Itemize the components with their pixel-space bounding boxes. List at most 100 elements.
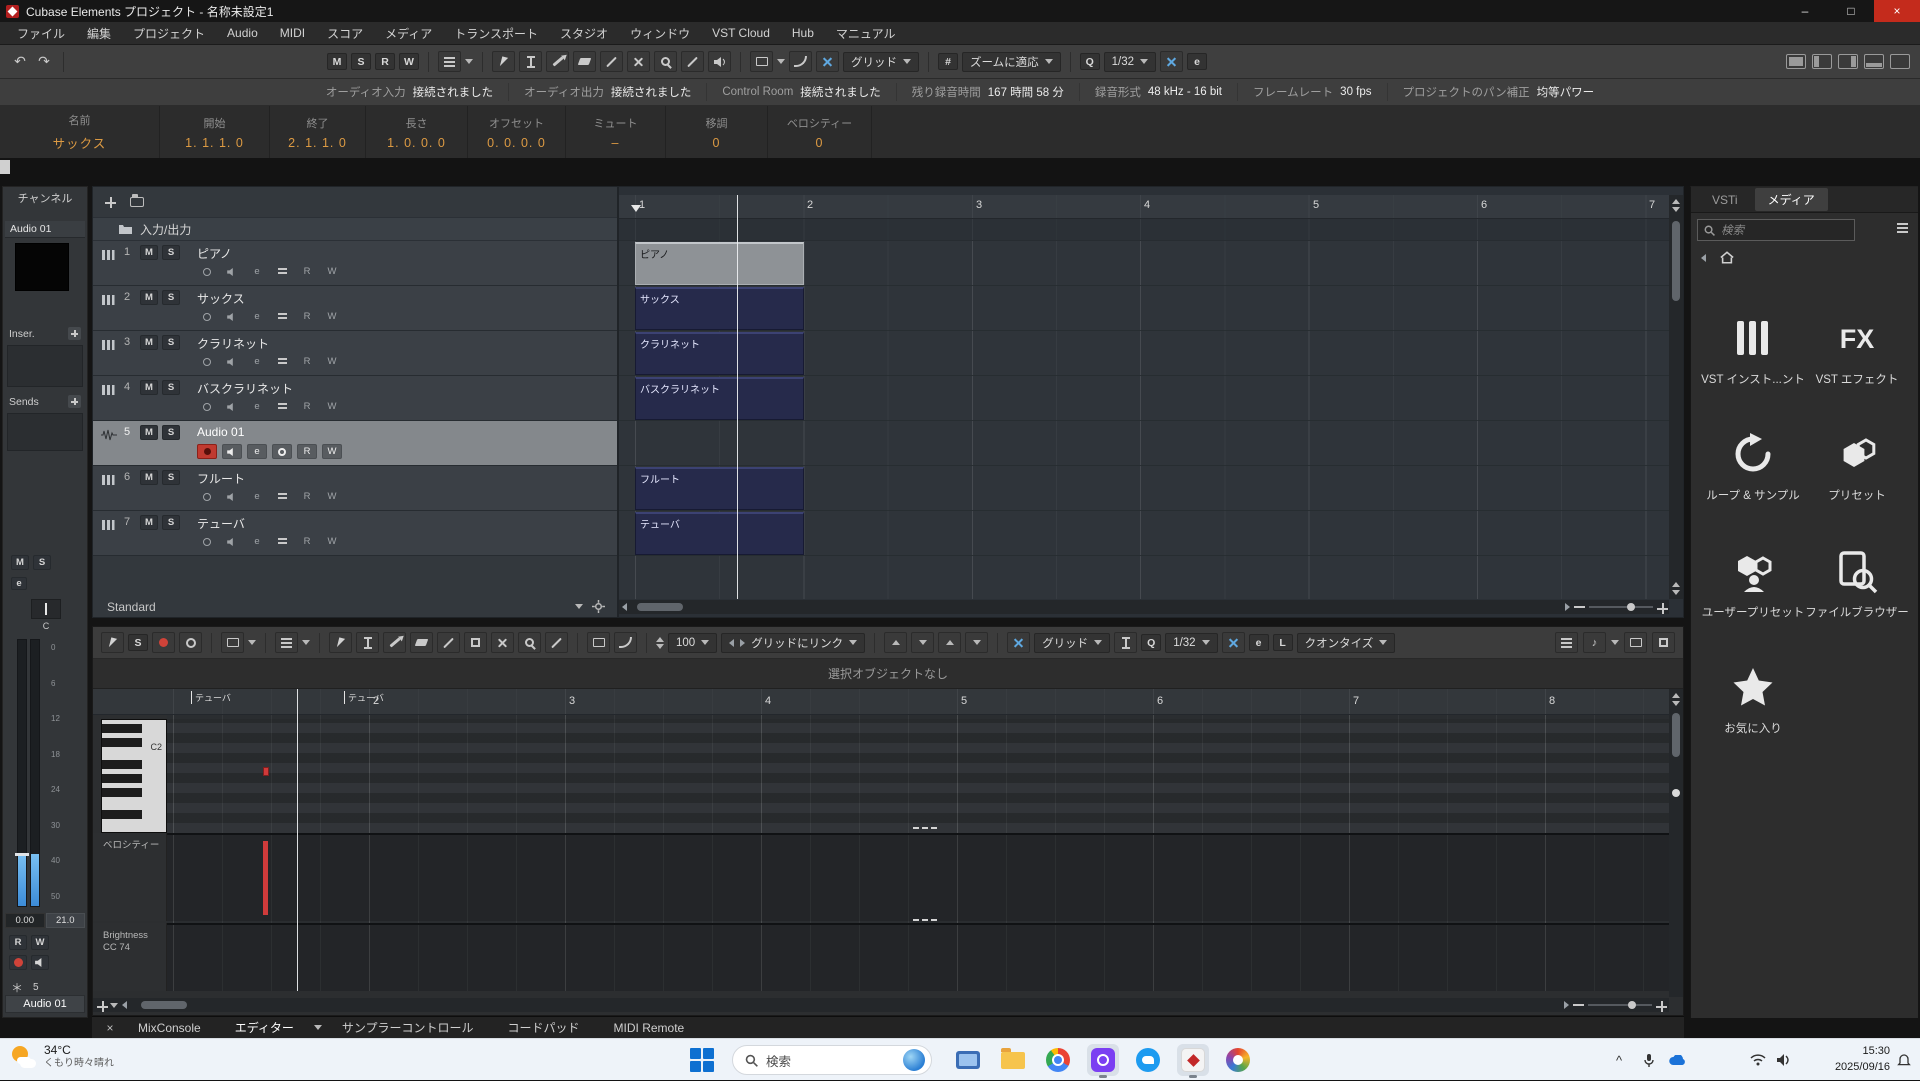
visibility-dropdown[interactable]	[275, 632, 298, 653]
track-row-bass-clarinet[interactable]: 4 MS バスクラリネット e R W	[93, 376, 617, 421]
move-top-button[interactable]	[938, 632, 961, 653]
write-button[interactable]: W	[322, 399, 342, 414]
write-button[interactable]: W	[322, 534, 342, 549]
lane-audio01[interactable]	[619, 421, 1669, 466]
midi-clip-tuba[interactable]: テューバ	[635, 512, 804, 555]
freeze-icon[interactable]: ＊	[11, 979, 23, 996]
curve-button[interactable]	[614, 632, 637, 653]
status-audio-input[interactable]: オーディオ入力接続されました	[311, 83, 508, 101]
menu-edit[interactable]: 編集	[76, 25, 122, 42]
monitor-button[interactable]	[222, 489, 242, 504]
media-search-input[interactable]: 検索	[1697, 219, 1855, 241]
channel-mute-button[interactable]: M	[11, 555, 29, 570]
channel-monitor-button[interactable]	[31, 955, 49, 970]
track-mute-button[interactable]: M	[140, 335, 158, 350]
scroll-down-icon[interactable]	[1672, 701, 1680, 706]
camera-app-icon[interactable]	[1087, 1044, 1119, 1076]
messaging-app-icon[interactable]	[1132, 1044, 1164, 1076]
event-display[interactable]: 1 2 3 4 5 6 7 ピアノ サックス クラリネット バスクラリネット フ…	[618, 186, 1684, 618]
piano-keyboard[interactable]: C2	[101, 719, 167, 833]
add-lane-icon[interactable]	[97, 1001, 106, 1010]
editor-cursor[interactable]	[297, 689, 298, 991]
read-button[interactable]: R	[297, 444, 317, 459]
info-name[interactable]: 名前サックス	[0, 106, 160, 158]
track-preset-dropdown[interactable]	[438, 51, 461, 72]
zoom-slider[interactable]	[1588, 1004, 1652, 1006]
zoom-mode-dropdown[interactable]: ズームに適応	[962, 52, 1061, 72]
record-enable-button[interactable]	[197, 534, 217, 549]
project-cursor[interactable]	[737, 195, 738, 599]
iterative-quantize-toggle[interactable]	[1160, 51, 1183, 72]
mic-tray-icon[interactable]	[1638, 1039, 1660, 1081]
window-layout-button-5[interactable]	[1890, 54, 1910, 69]
track-solo-button[interactable]: S	[162, 245, 180, 260]
mute-tool[interactable]	[491, 632, 514, 653]
scroll-up-icon[interactable]	[1672, 693, 1680, 698]
track-name[interactable]: バスクラリネット	[197, 380, 293, 397]
home-icon[interactable]	[1720, 251, 1734, 264]
quantize-q-badge[interactable]: Q	[1080, 53, 1100, 70]
midi-clip-sax[interactable]: サックス	[635, 287, 804, 330]
erase-tool[interactable]	[410, 632, 433, 653]
track-preset-icon[interactable]	[130, 197, 144, 207]
track-row-audio01-selected[interactable]: 5 MS Audio 01 e R W	[93, 421, 617, 466]
editor-vertical-scrollbar[interactable]	[1669, 689, 1683, 997]
move-down-button[interactable]	[911, 632, 934, 653]
edit-channel-button[interactable]: e	[247, 309, 267, 324]
insert-velocity-value[interactable]: 100	[668, 633, 717, 653]
chevron-down-icon[interactable]	[302, 640, 310, 645]
automation-curve-button[interactable]	[789, 51, 812, 72]
record-in-editor-button[interactable]	[152, 632, 175, 653]
monitor-button[interactable]	[222, 534, 242, 549]
browser-icon[interactable]	[1222, 1044, 1254, 1076]
locator-marker-icon[interactable]	[631, 205, 641, 212]
status-frame-rate[interactable]: フレームレート30 fps	[1237, 83, 1386, 101]
track-solo-button[interactable]: S	[162, 425, 180, 440]
length-l-badge[interactable]: L	[1273, 634, 1293, 651]
monitor-circle-button[interactable]	[272, 444, 292, 459]
panel-grip[interactable]	[0, 160, 10, 174]
tile-presets[interactable]: プリセット	[1805, 431, 1909, 503]
record-enable-button[interactable]	[197, 354, 217, 369]
pin-editor-button[interactable]	[101, 632, 124, 653]
minimize-button[interactable]: –	[1782, 0, 1828, 22]
status-control-room[interactable]: Control Room接続されました	[706, 83, 895, 101]
channel-name-plate[interactable]: Audio 01	[5, 995, 85, 1013]
channel-edit-button[interactable]: e	[11, 577, 27, 590]
track-name[interactable]: フルート	[197, 470, 245, 487]
file-explorer-pc-icon[interactable]	[952, 1044, 984, 1076]
midi-clip-piano-selected[interactable]: ピアノ	[635, 242, 804, 285]
write-button[interactable]: W	[322, 489, 342, 504]
channel-track-name[interactable]: Audio 01	[5, 221, 85, 238]
timeline-ruler[interactable]: 1 2 3 4 5 6 7	[619, 195, 1669, 219]
tile-file-browser[interactable]: ファイルブラウザー	[1805, 548, 1909, 620]
quantize-preset-dropdown[interactable]: 1/32	[1165, 633, 1217, 653]
split-tool[interactable]	[600, 51, 623, 72]
monitor-button[interactable]	[222, 309, 242, 324]
note-display[interactable]	[167, 719, 1669, 833]
monitor-button[interactable]	[222, 444, 242, 459]
open-in-window-button[interactable]	[1624, 632, 1647, 653]
track-name[interactable]: Audio 01	[197, 425, 244, 439]
midi-note[interactable]	[263, 767, 269, 776]
read-button[interactable]: R	[297, 354, 317, 369]
iterative-quantize-toggle[interactable]	[1222, 632, 1245, 653]
track-name[interactable]: ピアノ	[197, 245, 232, 262]
io-folder-track[interactable]: 入力/出力	[93, 217, 617, 241]
monitor-button[interactable]	[222, 264, 242, 279]
read-button[interactable]: R	[297, 534, 317, 549]
channel-solo-button[interactable]: S	[33, 555, 51, 570]
record-enable-button[interactable]	[197, 309, 217, 324]
channel-write-button[interactable]: W	[31, 935, 49, 950]
window-layout-button-4[interactable]	[1864, 54, 1884, 69]
inserts-section[interactable]: Inser.	[9, 327, 81, 340]
status-record-time[interactable]: 残り録音時間167 時間 58 分	[896, 83, 1079, 101]
velocity-bar[interactable]	[263, 841, 268, 915]
status-audio-output[interactable]: オーディオ出力接続されました	[508, 83, 706, 101]
snap-toggle[interactable]	[816, 51, 839, 72]
undo-icon[interactable]: ↶	[10, 53, 30, 70]
onedrive-cloud-icon[interactable]	[1666, 1039, 1688, 1081]
zoom-out-icon[interactable]	[1574, 606, 1585, 608]
sends-section[interactable]: Sends	[9, 395, 81, 408]
chevron-down-icon[interactable]	[777, 59, 785, 64]
